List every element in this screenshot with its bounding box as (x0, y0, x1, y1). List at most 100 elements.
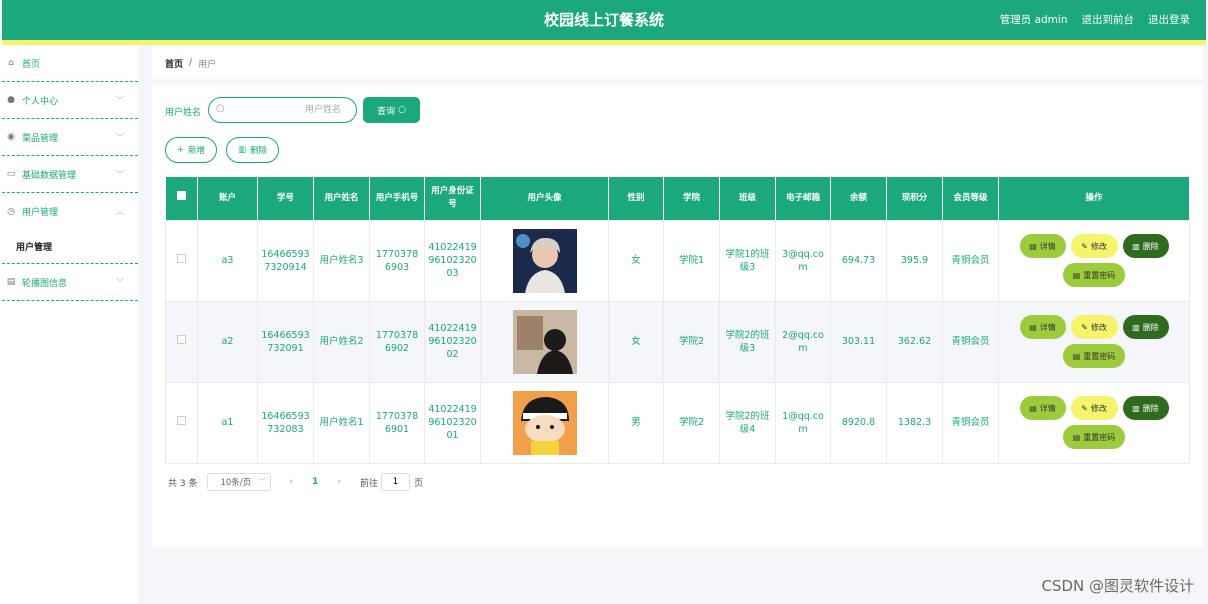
cell-account: a3 (197, 219, 258, 302)
search-label: 用户姓名 (165, 108, 202, 118)
column-header: 操作 (998, 177, 1190, 220)
column-header: 会员等级 (942, 177, 999, 220)
trash-icon: ▥ (1132, 403, 1140, 413)
column-header: 用户手机号 (369, 177, 425, 220)
table-header-row: 账户 学号 用户姓名 用户手机号 用户身份证号 用户头像 性别 学院 班级 电子… (165, 177, 1190, 220)
row-checkbox[interactable] (177, 335, 186, 344)
cell-phone: 17703786903 (369, 219, 425, 302)
chevron-down-icon: ﹀ (116, 170, 124, 179)
batch-delete-button[interactable]: ▥ 删除 (226, 137, 279, 163)
delete-button-label: 删除 (1142, 403, 1159, 413)
cell-class: 学院2的班级3 (719, 300, 776, 383)
document-icon: ▤ (1072, 432, 1081, 442)
avatar (512, 390, 577, 455)
search-input[interactable] (229, 101, 347, 119)
edit-button[interactable]: ✎ 修改 (1070, 396, 1118, 420)
location-icon: ◉ (7, 132, 15, 142)
edit-button-label: 修改 (1090, 403, 1107, 413)
sidebar-item-home[interactable]: ⌂ 首页 (2, 45, 138, 82)
cell-email: 2@qq.com (775, 300, 831, 383)
cell-gender: 女 (608, 219, 664, 302)
cell-avatar (480, 300, 609, 383)
sidebar-item-personal-center[interactable]: ● 个人中心 ﹀ (2, 82, 138, 119)
cell-avatar (480, 381, 609, 464)
pencil-icon: ✎ (1081, 403, 1088, 413)
cell-email: 3@qq.com (775, 219, 831, 302)
page-size-select[interactable]: 10条/页 ﹀ (207, 473, 272, 491)
sidebar-item-label: 菜品管理 (22, 133, 59, 144)
column-header: 学号 (257, 177, 314, 220)
edit-button[interactable]: ✎ 修改 (1070, 234, 1118, 258)
next-page-button[interactable]: › (337, 477, 341, 487)
back-to-front-link[interactable]: 退出到前台 (1082, 12, 1135, 27)
sidebar-item-basic-data[interactable]: ▭ 基础数据管理 ﹀ (2, 156, 138, 193)
goto-page-input[interactable] (380, 473, 410, 491)
column-header: 现积分 (886, 177, 943, 220)
detail-button-label: 详情 (1039, 403, 1056, 413)
sidebar-item-label: 轮播图信息 (22, 278, 68, 289)
query-button[interactable]: 查询 ○ (363, 97, 420, 123)
sidebar-item-user-management[interactable]: ◷ 用户管理 ︿ (2, 193, 138, 230)
home-icon: ⌂ (8, 58, 14, 68)
chevron-down-icon: ﹀ (116, 133, 124, 142)
column-header: 用户头像 (480, 177, 609, 220)
row-checkbox[interactable] (177, 254, 186, 263)
sidebar-item-label: 个人中心 (22, 96, 59, 107)
top-bar: 校园线上订餐系统 管理员 admin 退出到前台 退出登录 (2, 0, 1206, 40)
add-button-label: 新增 (188, 146, 206, 156)
cell-name: 用户姓名2 (313, 300, 370, 383)
column-header: 账户 (197, 177, 258, 220)
row-checkbox[interactable] (177, 416, 186, 425)
cell-name: 用户姓名1 (313, 381, 370, 464)
chevron-down-icon: ﹀ (116, 278, 124, 287)
delete-button-label: 删除 (1142, 322, 1159, 332)
cell-college: 学院1 (663, 219, 720, 302)
edit-button[interactable]: ✎ 修改 (1070, 315, 1118, 339)
document-icon: ▤ (1029, 403, 1037, 413)
reset-password-button[interactable]: ▤ 重置密码 (1063, 425, 1125, 449)
sidebar: ⌂ 首页 ● 个人中心 ﹀ ◉ 菜品管理 ﹀ ▭ 基础数据管理 ﹀ ◷ 用户管理… (2, 45, 138, 604)
sidebar-item-carousel[interactable]: ▤ 轮播图信息 ﹀ (2, 264, 138, 301)
content-panel: 用户姓名 ○ 查询 ○ + 新增 ▥ 删除 (152, 85, 1203, 547)
watermark: CSDN @图灵软件设计 (1041, 577, 1194, 595)
breadcrumb-separator: / (189, 58, 193, 68)
edit-button-label: 修改 (1090, 322, 1107, 332)
pencil-icon: ✎ (1081, 241, 1088, 251)
cell-name: 用户姓名3 (313, 219, 370, 302)
breadcrumb: 首页 / 用户 (152, 47, 1203, 79)
add-button[interactable]: + 新增 (165, 137, 217, 163)
detail-button[interactable]: ▤ 详情 (1019, 234, 1066, 258)
cell-avatar (480, 219, 609, 302)
detail-button-label: 详情 (1039, 241, 1056, 251)
column-header: 学院 (663, 177, 720, 220)
trash-icon: ▥ (237, 145, 246, 155)
page-number[interactable]: 1 (312, 477, 318, 487)
sidebar-item-label: 首页 (22, 59, 41, 70)
cell-gender: 女 (608, 300, 664, 383)
chevron-down-icon: ﹀ (258, 478, 266, 486)
delete-button[interactable]: ▥ 删除 (1122, 315, 1169, 339)
page-size-value: 10条/页 (220, 478, 252, 488)
select-all-checkbox[interactable] (176, 191, 186, 201)
cell-student-no: 16466593732091 (257, 300, 314, 383)
table-row: a1 16466593732083 用户姓名1 17703786901 4102… (165, 381, 1190, 464)
reset-password-button[interactable]: ▤ 重置密码 (1063, 263, 1125, 287)
cell-college: 学院2 (663, 381, 720, 464)
reset-password-label: 重置密码 (1083, 351, 1116, 361)
delete-button[interactable]: ▥ 删除 (1122, 396, 1169, 420)
prev-page-button[interactable]: ‹ (289, 477, 293, 487)
pagination: 共 3 条 10条/页 ﹀ ‹ 1 › 前往 页 (168, 473, 423, 491)
reset-password-button[interactable]: ▤ 重置密码 (1063, 344, 1125, 368)
detail-button[interactable]: ▤ 详情 (1019, 396, 1066, 420)
delete-button[interactable]: ▥ 删除 (1122, 234, 1169, 258)
detail-button[interactable]: ▤ 详情 (1019, 315, 1066, 339)
document-icon: ▤ (1072, 270, 1081, 280)
document-icon: ▤ (1029, 241, 1037, 251)
cell-college: 学院2 (663, 300, 720, 383)
cell-balance: 694.73 (830, 219, 887, 302)
sidebar-subitem-user-management[interactable]: 用户管理 (2, 230, 138, 264)
sidebar-item-dish-management[interactable]: ◉ 菜品管理 ﹀ (2, 119, 138, 156)
breadcrumb-home[interactable]: 首页 (165, 57, 183, 70)
top-bar-actions: 管理员 admin 退出到前台 退出登录 (1000, 12, 1190, 27)
logout-link[interactable]: 退出登录 (1148, 12, 1190, 27)
